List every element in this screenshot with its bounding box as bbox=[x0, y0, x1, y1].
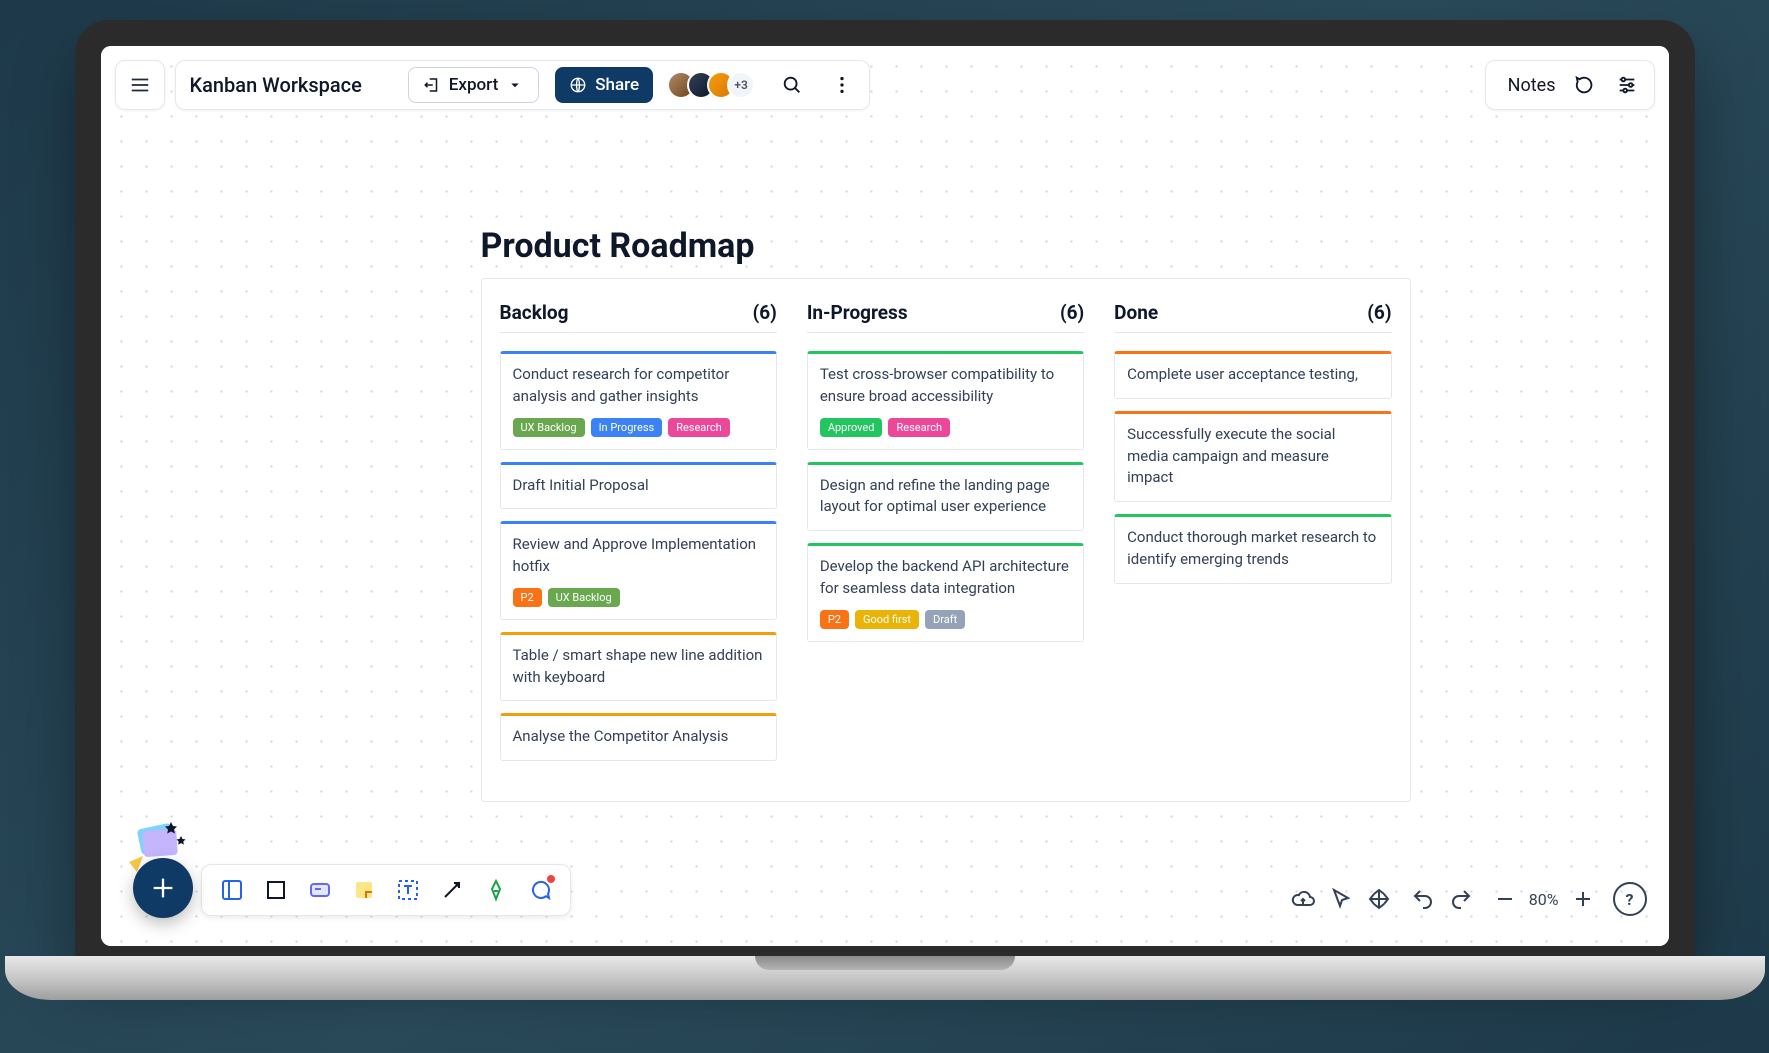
tool-comment[interactable] bbox=[526, 876, 554, 904]
tag[interactable]: P2 bbox=[820, 610, 849, 629]
card-tags: Approved Research bbox=[820, 418, 1071, 437]
column-header: Backlog (6) bbox=[500, 301, 777, 333]
tag[interactable]: UX Backlog bbox=[513, 418, 585, 437]
tool-pen[interactable] bbox=[482, 876, 510, 904]
menu-button[interactable] bbox=[115, 60, 165, 110]
kanban-column[interactable]: Backlog (6) Conduct research for competito… bbox=[500, 301, 777, 773]
card-text: Successfully execute the social media ca… bbox=[1127, 424, 1378, 489]
card-text: Analyse the Competitor Analysis bbox=[513, 726, 764, 748]
pan-tool[interactable] bbox=[1365, 885, 1393, 913]
kanban-column[interactable]: Done (6) Complete user acceptance testing,… bbox=[1114, 301, 1391, 773]
kanban-card[interactable]: Draft Initial Proposal bbox=[500, 462, 777, 510]
card-text: Review and Approve Implementation hotfix bbox=[513, 534, 764, 578]
board-title: Product Roadmap bbox=[481, 226, 755, 266]
kanban-card[interactable]: Develop the backend API architecture for… bbox=[807, 543, 1084, 642]
kanban-card[interactable]: Complete user acceptance testing, bbox=[1114, 351, 1391, 399]
card-text: Complete user acceptance testing, bbox=[1127, 364, 1378, 386]
chat-icon bbox=[1574, 74, 1596, 96]
workspace-title: Kanban Workspace bbox=[190, 73, 392, 97]
share-button[interactable]: Share bbox=[555, 67, 653, 103]
card-text: Test cross-browser compatibility to ensu… bbox=[820, 364, 1071, 408]
tag[interactable]: In Progress bbox=[591, 418, 663, 437]
more-vertical-icon bbox=[831, 74, 853, 96]
card-text: Develop the backend API architecture for… bbox=[820, 556, 1071, 600]
tag[interactable]: UX Backlog bbox=[548, 588, 620, 607]
right-toolbar: Notes bbox=[1485, 60, 1655, 110]
kanban-card[interactable]: Design and refine the landing page layou… bbox=[807, 462, 1084, 532]
card-tags: P2 Good first Draft bbox=[820, 610, 1071, 629]
tag[interactable]: Draft bbox=[925, 610, 965, 629]
tool-card[interactable] bbox=[306, 876, 334, 904]
tag[interactable]: Good first bbox=[855, 610, 919, 629]
pointer-tool[interactable] bbox=[1327, 885, 1355, 913]
add-fab[interactable] bbox=[133, 858, 193, 918]
tool-rectangle[interactable] bbox=[262, 876, 290, 904]
chevron-down-icon bbox=[506, 76, 524, 94]
kanban-card[interactable]: Conduct research for competitor analysis… bbox=[500, 351, 777, 450]
kanban-card[interactable]: Review and Approve Implementation hotfix… bbox=[500, 521, 777, 620]
tool-sticky[interactable] bbox=[350, 876, 378, 904]
zoom-level[interactable]: 80% bbox=[1529, 890, 1559, 909]
card-text: Draft Initial Proposal bbox=[513, 475, 764, 497]
kanban-card[interactable]: Test cross-browser compatibility to ensu… bbox=[807, 351, 1084, 450]
search-button[interactable] bbox=[779, 72, 805, 98]
column-count: (6) bbox=[1060, 301, 1084, 324]
help-button[interactable]: ? bbox=[1613, 882, 1647, 916]
tag[interactable]: Research bbox=[888, 418, 950, 437]
settings-button[interactable] bbox=[1614, 72, 1640, 98]
collaborator-avatars[interactable]: +3 bbox=[675, 71, 755, 99]
kanban-card[interactable]: Table / smart shape new line addition wi… bbox=[500, 632, 777, 702]
tag[interactable]: Approved bbox=[820, 418, 883, 437]
notes-button[interactable]: Notes bbox=[1500, 75, 1556, 96]
card-tags: UX Backlog In Progress Research bbox=[513, 418, 764, 437]
zoom-out-button[interactable] bbox=[1491, 885, 1519, 913]
share-label: Share bbox=[595, 75, 639, 95]
tag[interactable]: P2 bbox=[513, 588, 542, 607]
tool-text[interactable] bbox=[394, 876, 422, 904]
search-icon bbox=[781, 74, 803, 96]
tool-connector[interactable] bbox=[438, 876, 466, 904]
title-toolbar: Kanban Workspace Export Share bbox=[175, 60, 871, 110]
column-count: (6) bbox=[753, 301, 777, 324]
export-button[interactable]: Export bbox=[408, 67, 539, 103]
shape-toolbar bbox=[201, 864, 571, 916]
column-name: Done bbox=[1114, 301, 1158, 324]
export-label: Export bbox=[449, 75, 498, 95]
card-tags: P2 UX Backlog bbox=[513, 588, 764, 607]
notification-dot bbox=[547, 875, 555, 883]
more-button[interactable] bbox=[829, 72, 855, 98]
view-toolbar: 80% ? bbox=[1289, 882, 1647, 916]
tool-frame[interactable] bbox=[218, 876, 246, 904]
avatar-overflow[interactable]: +3 bbox=[727, 71, 755, 99]
zoom-in-button[interactable] bbox=[1569, 885, 1597, 913]
card-text: Conduct thorough market research to iden… bbox=[1127, 527, 1378, 571]
column-header: In-Progress (6) bbox=[807, 301, 1084, 333]
cloud-sync-icon[interactable] bbox=[1289, 885, 1317, 913]
sliders-icon bbox=[1616, 74, 1638, 96]
kanban-card[interactable]: Successfully execute the social media ca… bbox=[1114, 411, 1391, 502]
kanban-board: Backlog (6) Conduct research for competito… bbox=[481, 278, 1411, 802]
card-text: Table / smart shape new line addition wi… bbox=[513, 645, 764, 689]
card-text: Conduct research for competitor analysis… bbox=[513, 364, 764, 408]
column-header: Done (6) bbox=[1114, 301, 1391, 333]
undo-button[interactable] bbox=[1409, 885, 1437, 913]
column-count: (6) bbox=[1367, 301, 1391, 324]
column-name: Backlog bbox=[500, 301, 569, 324]
kanban-card[interactable]: Analyse the Competitor Analysis bbox=[500, 713, 777, 761]
notes-label: Notes bbox=[1508, 75, 1556, 96]
card-text: Design and refine the landing page layou… bbox=[820, 475, 1071, 519]
comments-button[interactable] bbox=[1572, 72, 1598, 98]
kanban-column[interactable]: In-Progress (6) Test cross-browser compati… bbox=[807, 301, 1084, 773]
globe-icon bbox=[569, 76, 587, 94]
tag[interactable]: Research bbox=[668, 418, 730, 437]
plus-icon bbox=[149, 874, 177, 902]
column-name: In-Progress bbox=[807, 301, 908, 324]
redo-button[interactable] bbox=[1447, 885, 1475, 913]
kanban-card[interactable]: Conduct thorough market research to iden… bbox=[1114, 514, 1391, 584]
